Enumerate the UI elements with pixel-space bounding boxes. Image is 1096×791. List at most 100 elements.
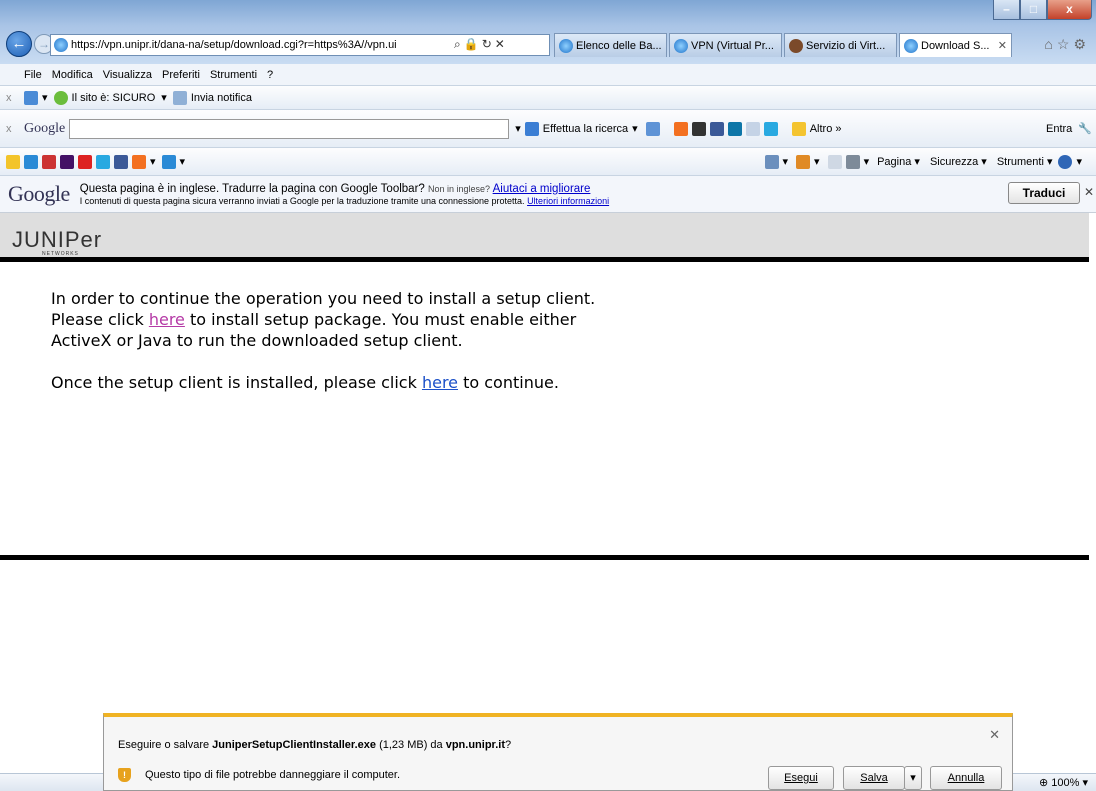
facebook-icon[interactable] <box>114 154 128 169</box>
zoom-control[interactable]: ⊕ 100% ▾ <box>1039 776 1088 789</box>
tools-menu[interactable]: Strumenti ▾ <box>997 155 1053 168</box>
tab-vpn[interactable]: VPN (Virtual Pr... <box>669 33 782 57</box>
fav-site-icon[interactable] <box>42 154 56 169</box>
wifi-icon[interactable] <box>24 90 38 105</box>
google-search-button[interactable]: Effettua la ricerca <box>543 123 628 135</box>
blogger-icon[interactable] <box>132 154 146 169</box>
download-warning: ! Questo tipo di file potrebbe danneggiar… <box>118 768 400 782</box>
page-divider <box>0 555 1089 560</box>
menu-help[interactable]: ? <box>267 69 273 81</box>
close-tab-icon[interactable]: ✕ <box>998 39 1007 52</box>
menu-preferiti[interactable]: Preferiti <box>162 69 200 81</box>
blogger-icon[interactable] <box>673 121 688 136</box>
maximize-button[interactable]: □ <box>1020 0 1047 20</box>
facebook-icon[interactable] <box>709 121 724 136</box>
google-toolbar-logo: Google <box>24 120 66 136</box>
security-status[interactable]: Il sito è: SICURO <box>72 92 156 104</box>
pencil-icon <box>791 121 806 136</box>
menu-visualizza[interactable]: Visualizza <box>103 69 152 81</box>
install-here-link[interactable]: here <box>149 310 185 329</box>
minimize-button[interactable]: – <box>993 0 1020 20</box>
home-icon[interactable]: ⌂ <box>1044 36 1056 52</box>
notify-link[interactable]: Invia notifica <box>191 92 252 104</box>
stop-icon[interactable]: ✕ <box>495 37 508 51</box>
run-button[interactable]: Esegui <box>768 766 834 790</box>
dropdown-icon[interactable]: ▾ <box>42 91 48 104</box>
dropdown-icon[interactable]: ▾ <box>1076 155 1082 168</box>
close-icon[interactable]: ✕ <box>1084 185 1094 199</box>
gear-icon[interactable]: ⚙ <box>1073 36 1090 52</box>
menu-file[interactable]: File <box>24 69 42 81</box>
continue-here-link[interactable]: here <box>422 373 458 392</box>
ie-favicon-icon[interactable] <box>161 154 176 169</box>
favorites-icon[interactable] <box>6 154 20 169</box>
refresh-icon[interactable]: ↻ <box>482 37 495 51</box>
more-info-link[interactable]: Ulteriori informazioni <box>527 196 609 206</box>
tab-elenco[interactable]: Elenco delle Ba... <box>554 33 667 57</box>
mail-icon[interactable] <box>827 154 842 169</box>
menu-strumenti[interactable]: Strumenti <box>210 69 257 81</box>
security-menu-label: Sicurezza <box>929 156 979 168</box>
translate-button[interactable]: Traduci <box>1008 182 1080 204</box>
ie-favicon-icon[interactable] <box>24 154 38 169</box>
help-icon[interactable] <box>1058 154 1073 169</box>
twitter-icon[interactable] <box>96 154 110 169</box>
tab-servizio[interactable]: Servizio di Virt... <box>784 33 897 57</box>
puzzle-icon[interactable] <box>645 121 660 136</box>
close-window-button[interactable]: x <box>1047 0 1092 20</box>
dropdown-icon[interactable]: ▾ <box>783 155 789 168</box>
yahoo-icon[interactable] <box>60 154 74 169</box>
close-toolbar-icon[interactable]: x <box>6 92 12 104</box>
print-icon[interactable] <box>845 154 860 169</box>
nav-buttons: ← → <box>6 31 54 57</box>
warning-shield-icon: ! <box>118 768 131 782</box>
dropdown-icon[interactable]: ▾ <box>814 155 820 168</box>
tab-label: VPN (Virtual Pr... <box>691 39 774 52</box>
back-button[interactable]: ← <box>6 31 32 57</box>
home-icon[interactable] <box>764 154 779 169</box>
continue-text-start: Once the setup client is installed, plea… <box>51 373 422 392</box>
menu-modifica[interactable]: Modifica <box>52 69 93 81</box>
cancel-button[interactable]: Annulla <box>930 766 1002 790</box>
zoom-level: 100% <box>1051 777 1080 789</box>
privacy-text: I contenuti di questa pagina sicura verr… <box>79 195 525 206</box>
youtube-icon[interactable] <box>78 154 92 169</box>
twitter-icon[interactable] <box>763 121 778 136</box>
translate-question: Questa pagina è in inglese. Tradurre la … <box>79 182 425 195</box>
dropdown-icon[interactable]: ▾ <box>515 122 521 135</box>
download-host: vpn.unipr.it <box>445 739 505 751</box>
bookmarks-icon[interactable] <box>691 121 706 136</box>
dropdown-icon[interactable]: ▾ <box>180 155 186 168</box>
close-icon[interactable]: ✕ <box>989 727 1000 743</box>
more-button[interactable]: Altro » <box>810 123 842 135</box>
wrench-icon[interactable]: 🔧 <box>1078 122 1092 135</box>
download-size: (1,23 MB) da <box>376 739 446 751</box>
search-icon[interactable]: ⌕ <box>454 37 464 51</box>
security-menu[interactable]: Sicurezza ▾ <box>930 155 987 168</box>
dropdown-icon[interactable]: ▾ <box>864 155 870 168</box>
lock-icon[interactable]: 🔒 <box>464 37 482 51</box>
rss-icon[interactable] <box>796 154 811 169</box>
dropdown-icon[interactable]: ▾ <box>150 155 156 168</box>
signin-link[interactable]: Entra <box>1046 123 1072 135</box>
dropdown-icon[interactable]: ▾ <box>632 122 638 135</box>
mail-icon[interactable] <box>745 121 760 136</box>
linkedin-icon[interactable] <box>727 121 742 136</box>
window-controls: – □ x <box>993 0 1092 20</box>
tab-download[interactable]: Download S... ✕ <box>899 33 1012 57</box>
save-button[interactable]: Salva <box>843 766 905 790</box>
page-menu[interactable]: Pagina ▾ <box>877 155 920 168</box>
google-search-input[interactable] <box>69 118 510 139</box>
setup-message: In order to continue the operation you n… <box>0 262 640 393</box>
favorites-star-icon[interactable]: ☆ <box>1057 36 1074 52</box>
close-toolbar-icon[interactable]: x <box>6 123 12 135</box>
address-tools: ⌕🔒↻✕ <box>454 37 508 52</box>
save-label: Salva <box>860 772 888 784</box>
dropdown-icon[interactable]: ▾ <box>161 91 167 104</box>
not-english-text: Non in inglese? <box>428 183 491 194</box>
title-bar: – □ x ← → https://vpn.unipr.it/dana-na/s… <box>0 0 1096 64</box>
tab-icon <box>674 38 688 53</box>
save-options-dropdown[interactable]: ▾ <box>904 766 922 790</box>
tab-label: Elenco delle Ba... <box>576 39 662 52</box>
help-improve-link[interactable]: Aiutaci a migliorare <box>493 183 591 195</box>
